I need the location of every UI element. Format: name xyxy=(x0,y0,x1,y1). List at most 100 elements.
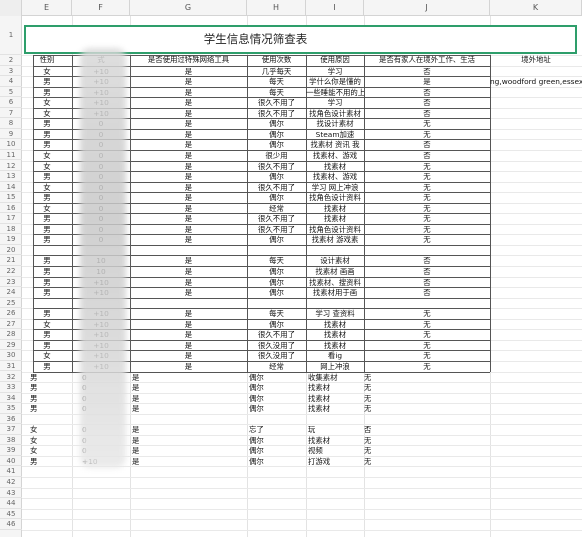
cell-g-34[interactable]: 男 xyxy=(30,394,37,403)
cell-r-35[interactable]: 找素材 xyxy=(308,404,330,413)
cell-n-4[interactable]: 每天 xyxy=(247,77,306,86)
cell-g-11[interactable]: 女 xyxy=(22,151,72,160)
cell-r-17[interactable]: 找素材 xyxy=(306,214,364,223)
row-header-33[interactable]: 33 xyxy=(0,382,22,393)
cell-a-3[interactable]: 否 xyxy=(364,67,490,76)
row-header-45[interactable]: 45 xyxy=(0,509,22,520)
cell-r-27[interactable]: 找素材 xyxy=(306,320,364,329)
cell-g-8[interactable]: 男 xyxy=(22,119,72,128)
cell-n-29[interactable]: 很久没用了 xyxy=(247,341,306,350)
cell-r-37[interactable]: 玩 xyxy=(308,425,315,434)
cell-u-26[interactable]: 是 xyxy=(130,309,247,318)
cell-a-14[interactable]: 无 xyxy=(364,183,490,192)
row-header-30[interactable]: 30 xyxy=(0,350,22,361)
column-header-h[interactable]: H xyxy=(247,0,306,16)
cell-u-4[interactable]: 是 xyxy=(130,77,247,86)
cell-r-40[interactable]: 打游戏 xyxy=(308,457,330,466)
cell-u-17[interactable]: 是 xyxy=(130,214,247,223)
cell-g-28[interactable]: 男 xyxy=(22,330,72,339)
cell-g-7[interactable]: 女 xyxy=(22,109,72,118)
cell-g-24[interactable]: 男 xyxy=(22,288,72,297)
cell-r-33[interactable]: 找素材 xyxy=(308,383,330,392)
cell-u-5[interactable]: 是 xyxy=(130,88,247,97)
cell-n-22[interactable]: 偶尔 xyxy=(247,267,306,276)
cell-o-23[interactable] xyxy=(490,278,582,287)
cell-a-15[interactable]: 无 xyxy=(364,193,490,202)
row-header-9[interactable]: 9 xyxy=(0,129,22,140)
column-header-k[interactable]: K xyxy=(490,0,582,16)
cell-g-20[interactable] xyxy=(22,246,72,255)
cell-a-31[interactable]: 无 xyxy=(364,362,490,371)
cell-g-39[interactable]: 女 xyxy=(30,446,37,455)
cell-n-3[interactable]: 几乎每天 xyxy=(247,67,306,76)
cell-n-33[interactable]: 偶尔 xyxy=(249,383,264,392)
column-header-g[interactable]: G xyxy=(130,0,247,16)
cell-u-30[interactable]: 是 xyxy=(130,351,247,360)
cell-a-24[interactable]: 否 xyxy=(364,288,490,297)
row-header-20[interactable]: 20 xyxy=(0,245,22,256)
row-header-3[interactable]: 3 xyxy=(0,66,22,77)
cell-a-12[interactable]: 无 xyxy=(364,162,490,171)
row-header-27[interactable]: 27 xyxy=(0,319,22,330)
cell-o-7[interactable] xyxy=(490,109,582,118)
cell-n-13[interactable]: 偶尔 xyxy=(247,172,306,181)
cell-r-21[interactable]: 设计素材 xyxy=(306,256,364,265)
cell-g-5[interactable]: 男 xyxy=(22,88,72,97)
row-header-38[interactable]: 38 xyxy=(0,435,22,446)
cell-n-23[interactable]: 偶尔 xyxy=(247,278,306,287)
cell-g-14[interactable]: 女 xyxy=(22,183,72,192)
cell-a-33[interactable]: 无 xyxy=(364,383,371,392)
cell-u-25[interactable] xyxy=(130,299,247,308)
row-header-21[interactable]: 21 xyxy=(0,255,22,266)
row-header-5[interactable]: 5 xyxy=(0,87,22,98)
cell-g-30[interactable]: 女 xyxy=(22,351,72,360)
row-header-32[interactable]: 32 xyxy=(0,372,22,383)
cell-g-12[interactable]: 女 xyxy=(22,162,72,171)
cell-r-14[interactable]: 学习 网上冲浪 xyxy=(306,183,364,192)
cell-g-22[interactable]: 男 xyxy=(22,267,72,276)
cell-u-27[interactable]: 是 xyxy=(130,320,247,329)
cell-n-15[interactable]: 偶尔 xyxy=(247,193,306,202)
cell-r-32[interactable]: 收集素材 xyxy=(308,373,338,382)
cell-u-29[interactable]: 是 xyxy=(130,341,247,350)
cell-r-11[interactable]: 找素材、游戏 xyxy=(306,151,364,160)
cell-n-6[interactable]: 很久不用了 xyxy=(247,98,306,107)
cell-r-26[interactable]: 学习 查资料 xyxy=(306,309,364,318)
cell-r-30[interactable]: 看ig xyxy=(306,351,364,360)
cell-u-8[interactable]: 是 xyxy=(130,119,247,128)
cell-r-4[interactable]: 学什么你是懂的 xyxy=(306,77,364,86)
cell-u-24[interactable]: 是 xyxy=(130,288,247,297)
cell-r-13[interactable]: 找素材、游戏 xyxy=(306,172,364,181)
cell-r-12[interactable]: 找素材 xyxy=(306,162,364,171)
cell-u-18[interactable]: 是 xyxy=(130,225,247,234)
cell-g-15[interactable]: 男 xyxy=(22,193,72,202)
cell-g-40[interactable]: 男 xyxy=(30,457,37,466)
cell-a-25[interactable] xyxy=(364,299,490,308)
cell-u-38[interactable]: 是 xyxy=(132,436,139,445)
cell-u-14[interactable]: 是 xyxy=(130,183,247,192)
cell-u-15[interactable]: 是 xyxy=(130,193,247,202)
row-header-6[interactable]: 6 xyxy=(0,97,22,108)
cell-a-16[interactable]: 无 xyxy=(364,204,490,213)
cell-g-38[interactable]: 女 xyxy=(30,436,37,445)
cell-n-19[interactable]: 偶尔 xyxy=(247,235,306,244)
cell-a-38[interactable]: 无 xyxy=(364,436,371,445)
cell-o-27[interactable] xyxy=(490,320,582,329)
cell-a-39[interactable]: 无 xyxy=(364,446,371,455)
cell-r-9[interactable]: Steam加速 xyxy=(306,130,364,139)
cell-g-31[interactable]: 男 xyxy=(22,362,72,371)
cell-o-17[interactable] xyxy=(490,214,582,223)
cell-u-21[interactable]: 是 xyxy=(130,256,247,265)
cell-a-28[interactable]: 无 xyxy=(364,330,490,339)
cell-o-11[interactable] xyxy=(490,151,582,160)
cell-a-30[interactable]: 无 xyxy=(364,351,490,360)
row-header-40[interactable]: 40 xyxy=(0,456,22,467)
cell-n-26[interactable]: 每天 xyxy=(247,309,306,318)
cell-a-7[interactable]: 否 xyxy=(364,109,490,118)
cell-o-18[interactable] xyxy=(490,225,582,234)
cell-o-16[interactable] xyxy=(490,204,582,213)
cell-a-35[interactable]: 无 xyxy=(364,404,371,413)
cell-o-5[interactable] xyxy=(490,88,582,97)
cell-u-6[interactable]: 是 xyxy=(130,98,247,107)
cell-a-20[interactable] xyxy=(364,246,490,255)
